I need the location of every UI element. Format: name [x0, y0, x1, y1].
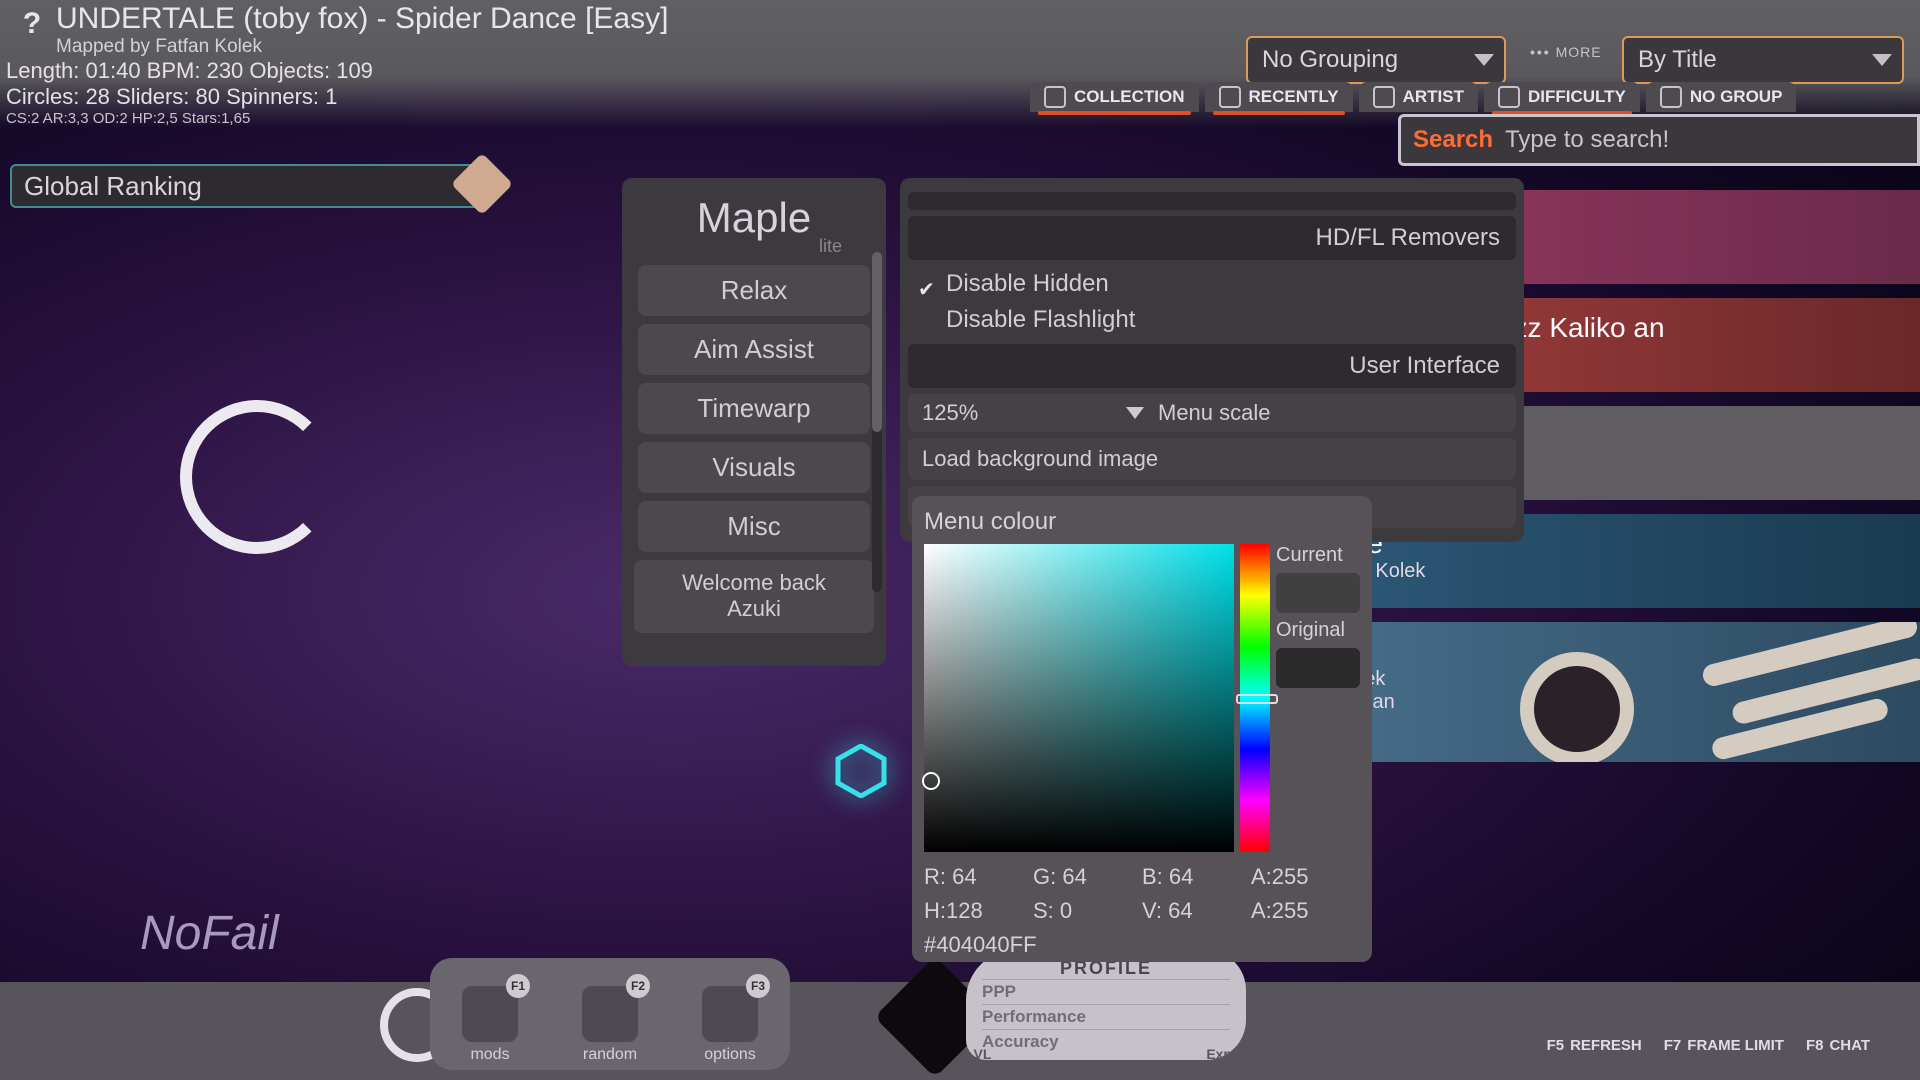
fkey-chat[interactable]: F8CHAT [1806, 1037, 1870, 1054]
picker-original-swatch[interactable] [1276, 648, 1360, 688]
fkey-refresh[interactable]: F5REFRESH [1547, 1037, 1642, 1054]
maple-item-misc[interactable]: Misc [638, 501, 870, 552]
maple-panel: Maple lite Relax Aim Assist Timewarp Vis… [622, 178, 886, 666]
song-mapper: Mapped by Fatfan Kolek [56, 36, 262, 58]
gear-icon: F3 [702, 986, 758, 1042]
tab-nogroup[interactable]: NO GROUP [1646, 82, 1797, 112]
picker-hex[interactable]: #404040FF [924, 932, 1360, 958]
mods-icon: F1 [462, 986, 518, 1042]
gauge-icon [1498, 86, 1520, 108]
search-placeholder: Type to search! [1505, 126, 1669, 154]
picker-current-swatch [1276, 573, 1360, 613]
sorting-select[interactable]: By Title [1622, 36, 1904, 84]
picker-a2: A:255 [1251, 898, 1360, 924]
options-button[interactable]: F3 options [702, 986, 758, 1064]
menu-scale-label: Menu scale [1158, 400, 1271, 426]
fkey-framelimit[interactable]: F7FRAME LIMIT [1664, 1037, 1784, 1054]
picker-title: Menu colour [924, 508, 1360, 536]
picker-a1: A:255 [1251, 864, 1360, 890]
song-title: UNDERTALE (toby fox) - Spider Dance [Eas… [56, 2, 668, 36]
checkbox-disable-flashlight[interactable]: Disable Flashlight [908, 302, 1516, 338]
person-icon [1373, 86, 1395, 108]
ranking-value: Global Ranking [24, 171, 202, 202]
mods-button[interactable]: F1 mods [462, 986, 518, 1064]
tab-collection[interactable]: COLLECTION [1030, 82, 1199, 112]
dice-icon: F2 [582, 986, 638, 1042]
maple-title: Maple [632, 194, 876, 242]
colour-picker: Menu colour Current Original R: 64 G: 64… [912, 496, 1372, 962]
picker-h: H:128 [924, 898, 1033, 924]
song-stats-line: CS:2 AR:3,3 OD:2 HP:2,5 Stars:1,65 [6, 110, 250, 127]
tab-artist[interactable]: ARTIST [1359, 82, 1478, 112]
picker-hue-strip[interactable] [1240, 544, 1270, 852]
maple-item-timewarp[interactable]: Timewarp [638, 383, 870, 434]
picker-values: R: 64 G: 64 B: 64 A:255 H:128 S: 0 V: 64… [924, 864, 1360, 924]
chevron-down-icon [1872, 54, 1892, 66]
none-icon [1660, 86, 1682, 108]
section-header-ui: User Interface [908, 344, 1516, 388]
list-icon [1044, 86, 1066, 108]
profile-exp: Exp [1206, 1046, 1232, 1062]
sorting-value: By Title [1638, 46, 1717, 74]
menu-scale-value: 125% [922, 400, 1112, 426]
picker-sv-field[interactable] [924, 544, 1234, 852]
fkey-hints: F5REFRESH F7FRAME LIMIT F8CHAT [1547, 1037, 1870, 1054]
clock-icon [1219, 86, 1241, 108]
profile-ppp: PPP [982, 979, 1230, 1004]
maple-item-relax[interactable]: Relax [638, 265, 870, 316]
settings-panel: HD/FL Removers Disable Hidden Disable Fl… [900, 178, 1524, 542]
bottom-button-group: F1 mods F2 random F3 options [430, 958, 790, 1070]
grouping-value: No Grouping [1262, 46, 1398, 74]
song-length-line: Length: 01:40 BPM: 230 Objects: 109 [6, 58, 373, 84]
picker-original-label: Original [1276, 619, 1360, 642]
check-icon [918, 275, 936, 293]
cursor-icon [834, 744, 888, 798]
chevron-down-icon [1126, 407, 1144, 419]
picker-current-label: Current [1276, 544, 1360, 567]
profile-accuracy: Accuracy [982, 1029, 1230, 1054]
group-tabs: COLLECTION RECENTLY ARTIST DIFFICULTY NO… [1030, 82, 1796, 112]
maple-item-visuals[interactable]: Visuals [638, 442, 870, 493]
tab-difficulty[interactable]: DIFFICULTY [1484, 82, 1640, 112]
profile-lvl: LVL [966, 1046, 991, 1062]
picker-hue-handle[interactable] [1236, 694, 1278, 704]
search-label: Search [1413, 126, 1493, 154]
section-header-hdfl: HD/FL Removers [908, 216, 1516, 260]
load-background-button[interactable]: Load background image [908, 438, 1516, 480]
chevron-down-icon [1474, 54, 1494, 66]
song-objects-line: Circles: 28 Sliders: 80 Spinners: 1 [6, 84, 337, 110]
maple-welcome: Welcome backAzuki [634, 560, 874, 633]
loading-spinner-icon [180, 400, 334, 554]
card-thumb-icon [1520, 652, 1634, 762]
section-header-blank [908, 192, 1516, 210]
grouping-select[interactable]: No Grouping [1246, 36, 1506, 84]
picker-g: G: 64 [1033, 864, 1142, 890]
help-icon[interactable]: ? [14, 6, 50, 42]
card-mapper: / Fatfan Kolek [1302, 560, 1898, 583]
picker-b: B: 64 [1142, 864, 1251, 890]
checkbox-disable-hidden[interactable]: Disable Hidden [908, 266, 1516, 302]
ranking-select[interactable]: Global Ranking [10, 164, 492, 208]
more-button[interactable]: ••• MORE [1530, 44, 1602, 60]
picker-v: V: 64 [1142, 898, 1251, 924]
maple-item-aimassist[interactable]: Aim Assist [638, 324, 870, 375]
search-bar[interactable]: Search Type to search! [1398, 114, 1920, 166]
picker-s: S: 0 [1033, 898, 1142, 924]
random-button[interactable]: F2 random [582, 986, 638, 1064]
menu-scale-select[interactable]: 125% Menu scale [908, 394, 1516, 432]
card-stars: ★ [1302, 589, 1898, 608]
picker-sv-handle[interactable] [922, 772, 940, 790]
maple-scrollbar-thumb[interactable] [872, 252, 882, 432]
check-icon [918, 311, 936, 329]
tab-recently[interactable]: RECENTLY [1205, 82, 1353, 112]
picker-r: R: 64 [924, 864, 1033, 890]
profile-performance: Performance [982, 1004, 1230, 1029]
